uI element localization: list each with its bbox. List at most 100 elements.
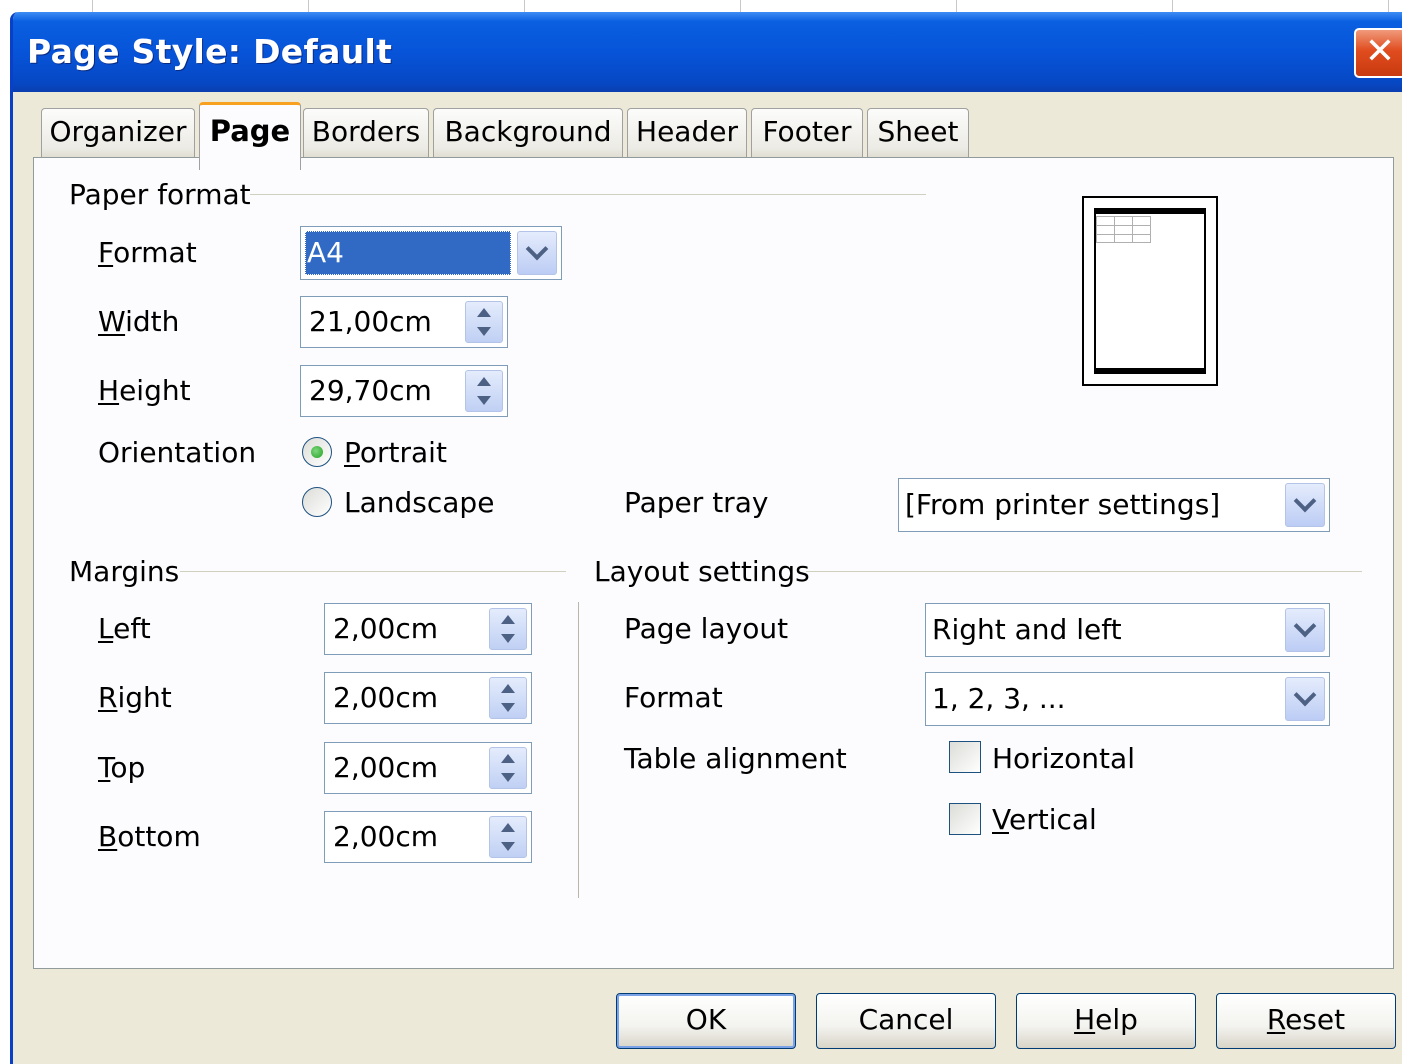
page-layout-dropdown[interactable]: Right and left [925,603,1330,657]
reset-label-rest: eset [1285,1003,1346,1036]
vertical-checkbox[interactable] [949,803,981,835]
arrow-down-icon[interactable] [501,634,515,643]
margin-right-spinbox[interactable]: 2,00cm [324,672,532,724]
tab-label: Borders [311,115,421,148]
chevron-down-icon [525,237,549,261]
paper-tray-label: Paper tray [624,486,769,519]
tab-footer[interactable]: Footer [751,108,863,158]
page-preview [1082,196,1218,386]
paper-tray-value: [From printer settings] [905,488,1221,521]
margin-right-value: 2,00cm [333,681,439,714]
portrait-radio[interactable] [302,437,332,467]
table-alignment-label: Table alignment [624,742,847,775]
margins-group-label: Margins [69,555,180,588]
close-button[interactable]: ✕ [1354,28,1402,78]
numbering-format-value: 1, 2, 3, ... [932,682,1066,715]
spin-arrows[interactable] [489,677,527,719]
arrow-up-icon[interactable] [501,615,515,624]
horizontal-label[interactable]: Horizontal [992,742,1135,776]
tab-label: Sheet [877,115,959,148]
height-value: 29,70cm [309,374,432,407]
tab-label: Header [636,115,738,148]
margin-bottom-value: 2,00cm [333,820,439,853]
spin-arrows[interactable] [465,301,503,343]
tab-header[interactable]: Header [627,108,747,158]
portrait-label-rest: ortrait [359,436,447,469]
margin-right-label-rest: ight [117,681,172,714]
paper-format-group-label: Paper format [69,178,251,211]
group-separator [578,602,579,898]
landscape-radio[interactable] [302,487,332,517]
dropdown-button[interactable] [1285,677,1325,721]
margin-top-label-rest: op [110,751,146,784]
orientation-label: Orientation [98,436,257,469]
paper-format-divider [250,194,926,195]
chevron-down-icon [1293,489,1317,513]
margin-top-label: Top [98,751,146,784]
numbering-format-label: Format [624,681,723,714]
layout-settings-divider [806,571,1362,572]
cancel-button[interactable]: Cancel [816,993,996,1049]
margin-left-label-rest: eft [113,612,151,645]
width-spinbox[interactable]: 21,00cm [300,296,508,348]
vertical-label[interactable]: Vertical [992,803,1097,837]
tab-organizer[interactable]: Organizer [41,108,195,158]
arrow-up-icon[interactable] [477,377,491,386]
landscape-label[interactable]: Landscape [344,486,494,520]
spin-arrows[interactable] [465,370,503,412]
tab-page[interactable]: Page [199,102,301,170]
horizontal-checkbox[interactable] [949,741,981,773]
arrow-down-icon[interactable] [501,703,515,712]
height-label-rest: eight [119,374,191,407]
spin-arrows[interactable] [489,816,527,858]
tab-label: Background [444,115,612,148]
spin-arrows[interactable] [489,608,527,650]
sheet-grid-icon [1096,216,1151,243]
arrow-down-icon[interactable] [501,773,515,782]
ok-button[interactable]: OK [616,993,796,1049]
width-value: 21,00cm [309,305,432,338]
margin-top-spinbox[interactable]: 2,00cm [324,742,532,794]
spin-arrows[interactable] [489,747,527,789]
margin-bottom-spinbox[interactable]: 2,00cm [324,811,532,863]
margin-right-label: Right [98,681,172,714]
tab-label: Page [209,114,291,148]
arrow-up-icon[interactable] [477,308,491,317]
arrow-up-icon[interactable] [501,684,515,693]
format-label-rest: ormat [113,236,197,269]
arrow-down-icon[interactable] [501,842,515,851]
dropdown-button[interactable] [1285,483,1325,527]
tab-borders[interactable]: Borders [303,108,429,158]
arrow-up-icon[interactable] [501,823,515,832]
format-dropdown[interactable]: A4 [300,226,562,280]
height-spinbox[interactable]: 29,70cm [300,365,508,417]
vertical-label-rest: ertical [1008,803,1097,836]
width-label: Width [98,305,180,338]
dialog-title: Page Style: Default [27,32,393,71]
reset-button[interactable]: Reset [1216,993,1396,1049]
tab-background[interactable]: Background [433,108,623,158]
arrow-down-icon[interactable] [477,396,491,405]
margins-divider [180,571,566,572]
numbering-format-dropdown[interactable]: 1, 2, 3, ... [925,672,1330,726]
margin-left-spinbox[interactable]: 2,00cm [324,603,532,655]
help-button[interactable]: Help [1016,993,1196,1049]
height-label: Height [98,374,191,407]
page-preview-area [1094,208,1206,374]
tab-label: Footer [762,115,852,148]
title-bar[interactable]: Page Style: Default ✕ [13,12,1402,92]
page-layout-value: Right and left [932,613,1122,646]
portrait-label[interactable]: Portrait [344,436,447,470]
dropdown-button[interactable] [1285,608,1325,652]
tab-sheet[interactable]: Sheet [867,108,969,158]
format-value: A4 [307,236,344,269]
chevron-down-icon [1293,683,1317,707]
close-icon: ✕ [1364,31,1396,72]
arrow-up-icon[interactable] [501,754,515,763]
page-layout-label: Page layout [624,612,789,645]
arrow-down-icon[interactable] [477,327,491,336]
dropdown-button[interactable] [517,231,557,275]
margin-top-value: 2,00cm [333,751,439,784]
paper-tray-dropdown[interactable]: [From printer settings] [898,478,1330,532]
margin-bottom-label: Bottom [98,820,201,853]
